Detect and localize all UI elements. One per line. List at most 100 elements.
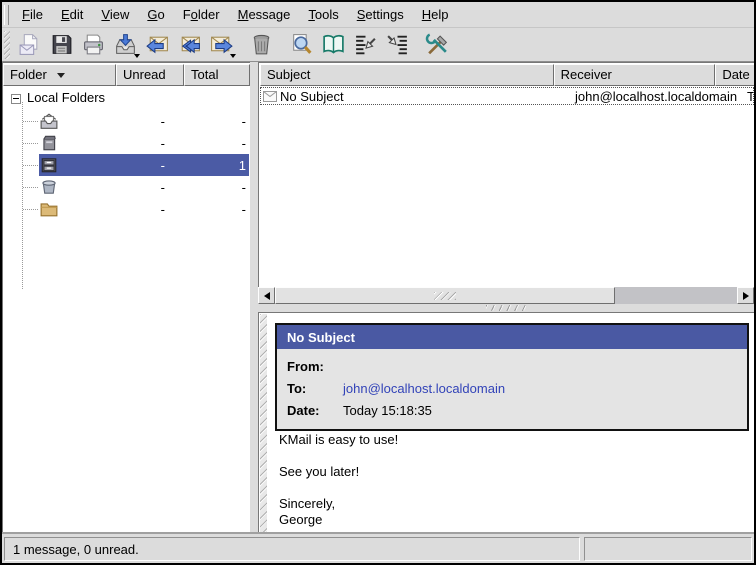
print-button[interactable] (77, 30, 109, 60)
find-button[interactable] (285, 30, 317, 60)
column-header-unread[interactable]: Unread (116, 64, 184, 86)
tree-connector-stub (23, 143, 38, 144)
column-header-subject-label: Subject (267, 65, 310, 85)
selected-folder-row[interactable]: sent-ma - 1 (39, 154, 249, 176)
reply-all-button[interactable] (173, 30, 205, 60)
column-header-folder-label: Folder (10, 65, 47, 85)
new-message-button[interactable] (13, 30, 45, 60)
message-date: Today 15:18:35 (745, 89, 754, 104)
collapse-expander-icon[interactable] (11, 94, 21, 104)
to-address-link[interactable]: john@localhost.localdomain (343, 381, 505, 396)
body-line: Sincerely, (279, 496, 744, 512)
menu-message[interactable]: Message (229, 4, 300, 25)
menu-edit[interactable]: Edit (52, 4, 92, 25)
scrollbar-grip-icon (434, 292, 456, 300)
horizontal-splitter[interactable] (258, 304, 754, 312)
folder-total-count: - (183, 202, 249, 217)
toolbar (2, 28, 754, 62)
next-unread-icon (385, 32, 410, 57)
reply-button[interactable] (141, 30, 173, 60)
reading-pane-drag-handle[interactable] (260, 314, 267, 532)
menu-help[interactable]: Help (413, 4, 458, 25)
floppy-disk-icon (49, 32, 74, 57)
column-header-receiver[interactable]: Receiver (554, 64, 716, 86)
menubar: File Edit View Go Folder Message Tools S… (2, 2, 754, 28)
folder-total-count: - (183, 136, 249, 151)
message-list-header: Subject Receiver Date (260, 64, 755, 86)
column-header-folder[interactable]: Folder (3, 64, 116, 86)
message-list-horizontal-scrollbar[interactable] (258, 287, 754, 304)
folder-total-count: - (183, 114, 249, 129)
message-subject: No Subject (280, 89, 344, 104)
tree-item-drafts[interactable]: drafts - - (3, 198, 250, 220)
menu-file[interactable]: File (13, 4, 52, 25)
menu-tools[interactable]: Tools (299, 4, 347, 25)
configure-tools-icon (425, 32, 450, 57)
tree-connector-stub (23, 187, 38, 188)
column-header-total[interactable]: Total (184, 64, 250, 86)
menu-settings[interactable]: Settings (348, 4, 413, 25)
menu-view[interactable]: View (92, 4, 138, 25)
folder-tree: Local Folders inbox - - (3, 86, 250, 532)
body-line (279, 480, 744, 496)
statusbar-message-count: 1 message, 0 unread. (4, 537, 580, 561)
printer-icon (81, 32, 106, 57)
message-body: KMail is easy to use! See you later! Sin… (279, 432, 744, 528)
body-line: George (279, 512, 744, 528)
tree-item-sent-mail[interactable]: sent-ma - 1 (3, 154, 250, 176)
column-header-subject[interactable]: Subject (260, 64, 554, 86)
check-mail-dropdown-arrow[interactable] (134, 54, 140, 58)
reply-all-icon (177, 32, 202, 57)
next-unread-button[interactable] (381, 30, 413, 60)
menu-go[interactable]: Go (138, 4, 173, 25)
forward-dropdown-arrow[interactable] (230, 54, 236, 58)
tree-item-trash[interactable]: trash - - (3, 176, 250, 198)
folder-panel: Folder Unread Total Local Folders (2, 62, 250, 532)
address-book-button[interactable] (317, 30, 349, 60)
date-value: Today 15:18:35 (343, 403, 432, 418)
configure-button[interactable] (421, 30, 453, 60)
message-list: Subject Receiver Date No Subject joh (258, 62, 754, 312)
scroll-right-icon (743, 292, 749, 300)
folder-unread-count: - (61, 202, 183, 217)
column-header-date[interactable]: Date (715, 64, 755, 86)
trash-button[interactable] (245, 30, 277, 60)
column-header-date-label: Date (722, 65, 749, 85)
tree-connector-stub (23, 165, 38, 166)
scroll-left-icon (264, 292, 270, 300)
drafts-folder-icon (39, 200, 59, 218)
statusbar: 1 message, 0 unread. (2, 532, 754, 563)
sent-mail-icon (39, 156, 59, 174)
menubar-drag-handle[interactable] (4, 5, 9, 25)
vertical-splitter[interactable] (250, 62, 258, 532)
check-mail-button[interactable] (109, 30, 141, 60)
menu-folder[interactable]: Folder (174, 4, 229, 25)
scrollbar-right-button[interactable] (737, 287, 754, 304)
folder-unread-count: - (61, 180, 183, 195)
column-header-total-label: Total (191, 65, 218, 85)
toolbar-drag-handle[interactable] (4, 31, 10, 59)
tree-item-local-folders[interactable]: Local Folders (3, 88, 250, 110)
scrollbar-thumb[interactable] (275, 287, 615, 304)
column-header-receiver-label: Receiver (561, 65, 612, 85)
scrollbar-track[interactable] (615, 287, 737, 304)
previous-unread-button[interactable] (349, 30, 381, 60)
address-book-icon (321, 32, 346, 57)
tree-connector-stub (23, 209, 38, 210)
tree-item-outbox[interactable]: outbox - - (3, 132, 250, 154)
save-button[interactable] (45, 30, 77, 60)
message-title-bar: No Subject (277, 325, 747, 349)
message-row[interactable]: No Subject john@localhost.localdomain To… (260, 87, 754, 105)
date-label: Date: (287, 403, 343, 418)
previous-unread-icon (353, 32, 378, 57)
tree-item-inbox[interactable]: inbox - - (3, 110, 250, 132)
message-receiver: john@localhost.localdomain (573, 89, 745, 104)
kmail-window: File Edit View Go Folder Message Tools S… (0, 0, 756, 565)
folder-unread-count: - (61, 114, 183, 129)
message-header-box: No Subject From: To: john@localhost.loca… (275, 323, 749, 431)
splitter-grip-icon (486, 305, 526, 311)
new-mail-icon (17, 32, 42, 57)
scrollbar-left-button[interactable] (258, 287, 275, 304)
forward-button[interactable] (205, 30, 237, 60)
statusbar-text: 1 message, 0 unread. (13, 542, 139, 557)
